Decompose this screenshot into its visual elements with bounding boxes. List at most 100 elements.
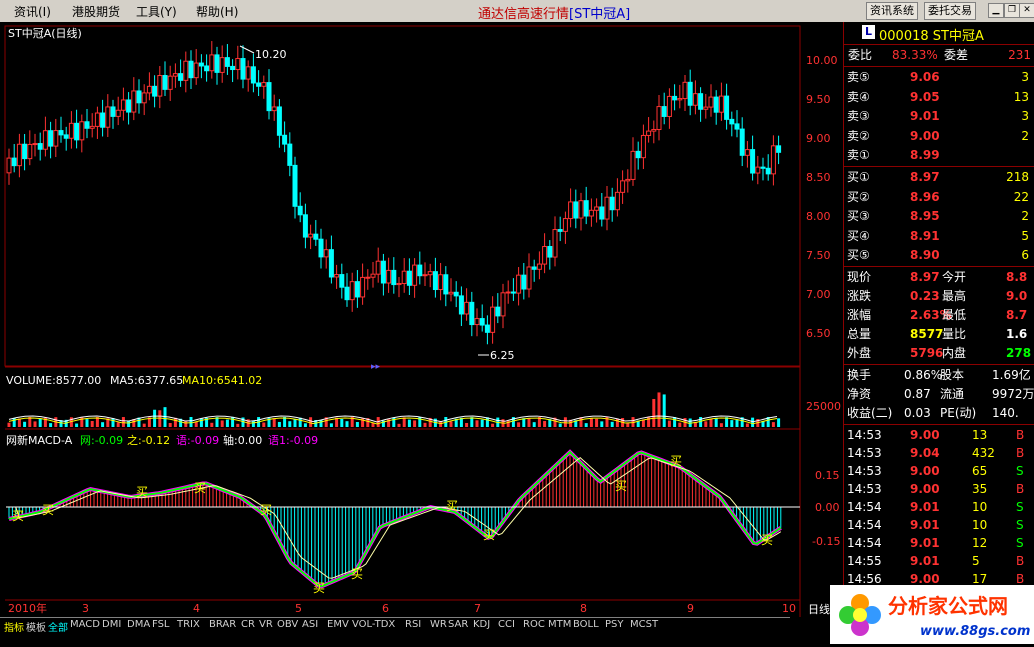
stock-chart[interactable]: 买买买 买买买买买买买买买 ST中冠A(日线) 10.20 6.25 ▸▸ VOL… (0, 22, 843, 617)
tab-roc[interactable]: ROC (523, 619, 545, 630)
tab-wr[interactable]: WR (430, 619, 447, 630)
volume-bar (12, 418, 16, 427)
tab-obv[interactable]: OBV (277, 619, 298, 630)
menu-help[interactable]: 帮助(H) (196, 3, 238, 20)
tab-rsi[interactable]: RSI (405, 619, 421, 630)
bid-row: 买① 8.97 218 (844, 168, 1034, 186)
tab-boll[interactable]: BOLL (573, 619, 599, 630)
main-chart-title: ST中冠A(日线) (8, 26, 82, 40)
tab-dmi[interactable]: DMI (102, 619, 121, 630)
tick-volume: 10 (972, 518, 988, 532)
stat-row: 外盘 5796 内盘 278 (844, 344, 1034, 362)
x-label: 2010年 (8, 601, 47, 615)
stat-value: 8577 (910, 327, 944, 341)
tick-volume: 12 (972, 536, 988, 550)
ma10-label: MA10:6541.02 (182, 374, 262, 387)
ask-label: 卖① (847, 148, 870, 162)
tab-trix[interactable]: TRIX (177, 619, 200, 630)
volume-bar (563, 417, 567, 427)
stat-value: 0.23 (910, 289, 940, 303)
trade-button[interactable]: 委托交易 (924, 2, 976, 20)
tab-指标[interactable]: 指标 (4, 619, 24, 634)
volume-bar (600, 421, 604, 427)
tab-全部[interactable]: 全部 (48, 619, 68, 634)
candle-body (63, 134, 69, 139)
volume-bar (595, 418, 599, 427)
stat-row: 现价 8.97 今开 8.8 (844, 268, 1034, 286)
candle-body (562, 218, 568, 232)
tick-row: 14:53 9.00 13 B (844, 426, 1034, 444)
tab-dma[interactable]: DMA (127, 619, 150, 630)
candle-body (443, 274, 449, 295)
tick-price: 9.04 (910, 446, 940, 460)
volume-bar (402, 417, 406, 427)
tab-kdj[interactable]: KDJ (473, 619, 490, 630)
x-label: 9 (687, 602, 694, 615)
stat-label: 换手 (847, 368, 872, 382)
volume-bar (225, 419, 229, 427)
stat-value: 8.7 (1006, 308, 1028, 322)
tab-asi[interactable]: ASI (302, 619, 318, 630)
tab-cr[interactable]: CR (241, 619, 255, 630)
candle-body (282, 134, 288, 145)
macd-y: 语:-0.09 (176, 434, 219, 447)
restore-icon[interactable]: ❐ (1004, 3, 1020, 18)
candle-body (417, 264, 423, 277)
tab-cci[interactable]: CCI (498, 619, 515, 630)
volume-bar (745, 423, 749, 427)
menu-tools[interactable]: 工具(Y) (136, 3, 177, 20)
tab-mcst[interactable]: MCST (630, 619, 658, 630)
candle-body (94, 112, 100, 127)
volume-bar (397, 423, 401, 427)
tick-time: 14:53 (847, 446, 882, 460)
ask-row: 卖① 8.99 (844, 146, 1034, 164)
tab-mtm[interactable]: MTM (548, 619, 571, 630)
volume-bar (168, 423, 172, 427)
candle-body (718, 95, 724, 113)
tab-psy[interactable]: PSY (605, 619, 624, 630)
tab-vr[interactable]: VR (259, 619, 273, 630)
ask-label: 卖③ (847, 109, 870, 123)
tick-volume: 65 (972, 464, 988, 478)
candle-body (183, 60, 189, 81)
macd-zhou: 轴:0.00 (223, 433, 262, 447)
volume-bar (714, 417, 718, 427)
candle-body (625, 178, 631, 182)
volume-bar (184, 421, 188, 427)
macd-w: 网:-0.09 (80, 434, 123, 447)
candle-body (729, 118, 735, 125)
candle-body (302, 214, 308, 238)
macd-tick: 0.15 (815, 469, 840, 482)
stat-label: 净资 (847, 387, 872, 401)
weicha-value: 231 (1008, 48, 1031, 62)
menu-info[interactable]: 资讯(I) (14, 3, 51, 20)
tab-fsl[interactable]: FSL (152, 619, 170, 630)
stat-label: 现价 (847, 270, 872, 284)
tab-sar[interactable]: SAR (448, 619, 468, 630)
volume-bar (485, 417, 489, 427)
info-system-button[interactable]: 资讯系统 (866, 2, 918, 20)
candle-body (261, 82, 267, 87)
volume-bar (439, 421, 443, 427)
stat-value: 0.03 (904, 406, 931, 420)
candle-body (354, 281, 360, 298)
menu-hk-futures[interactable]: 港股期货 (72, 3, 120, 20)
period-label[interactable]: 日线 (808, 602, 830, 616)
candle-body (365, 276, 371, 279)
candle-body (74, 122, 80, 141)
tab-模板[interactable]: 模板 (26, 619, 46, 634)
candle-body (464, 301, 470, 315)
ask-price: 9.00 (910, 128, 940, 143)
tab-emv[interactable]: EMV (327, 619, 349, 630)
tab-brar[interactable]: BRAR (209, 619, 236, 630)
tab-macd[interactable]: MACD (70, 619, 100, 630)
candle-body (542, 246, 548, 265)
volume-bar (730, 420, 734, 427)
minimize-icon[interactable]: ▁ (988, 3, 1004, 18)
volume-bar (340, 418, 344, 427)
tab-vol-tdx[interactable]: VOL-TDX (352, 619, 395, 630)
candle-body (583, 200, 589, 217)
close-icon[interactable]: ✕ (1019, 3, 1034, 18)
volume-bar (667, 420, 671, 427)
candle-body (526, 266, 532, 290)
